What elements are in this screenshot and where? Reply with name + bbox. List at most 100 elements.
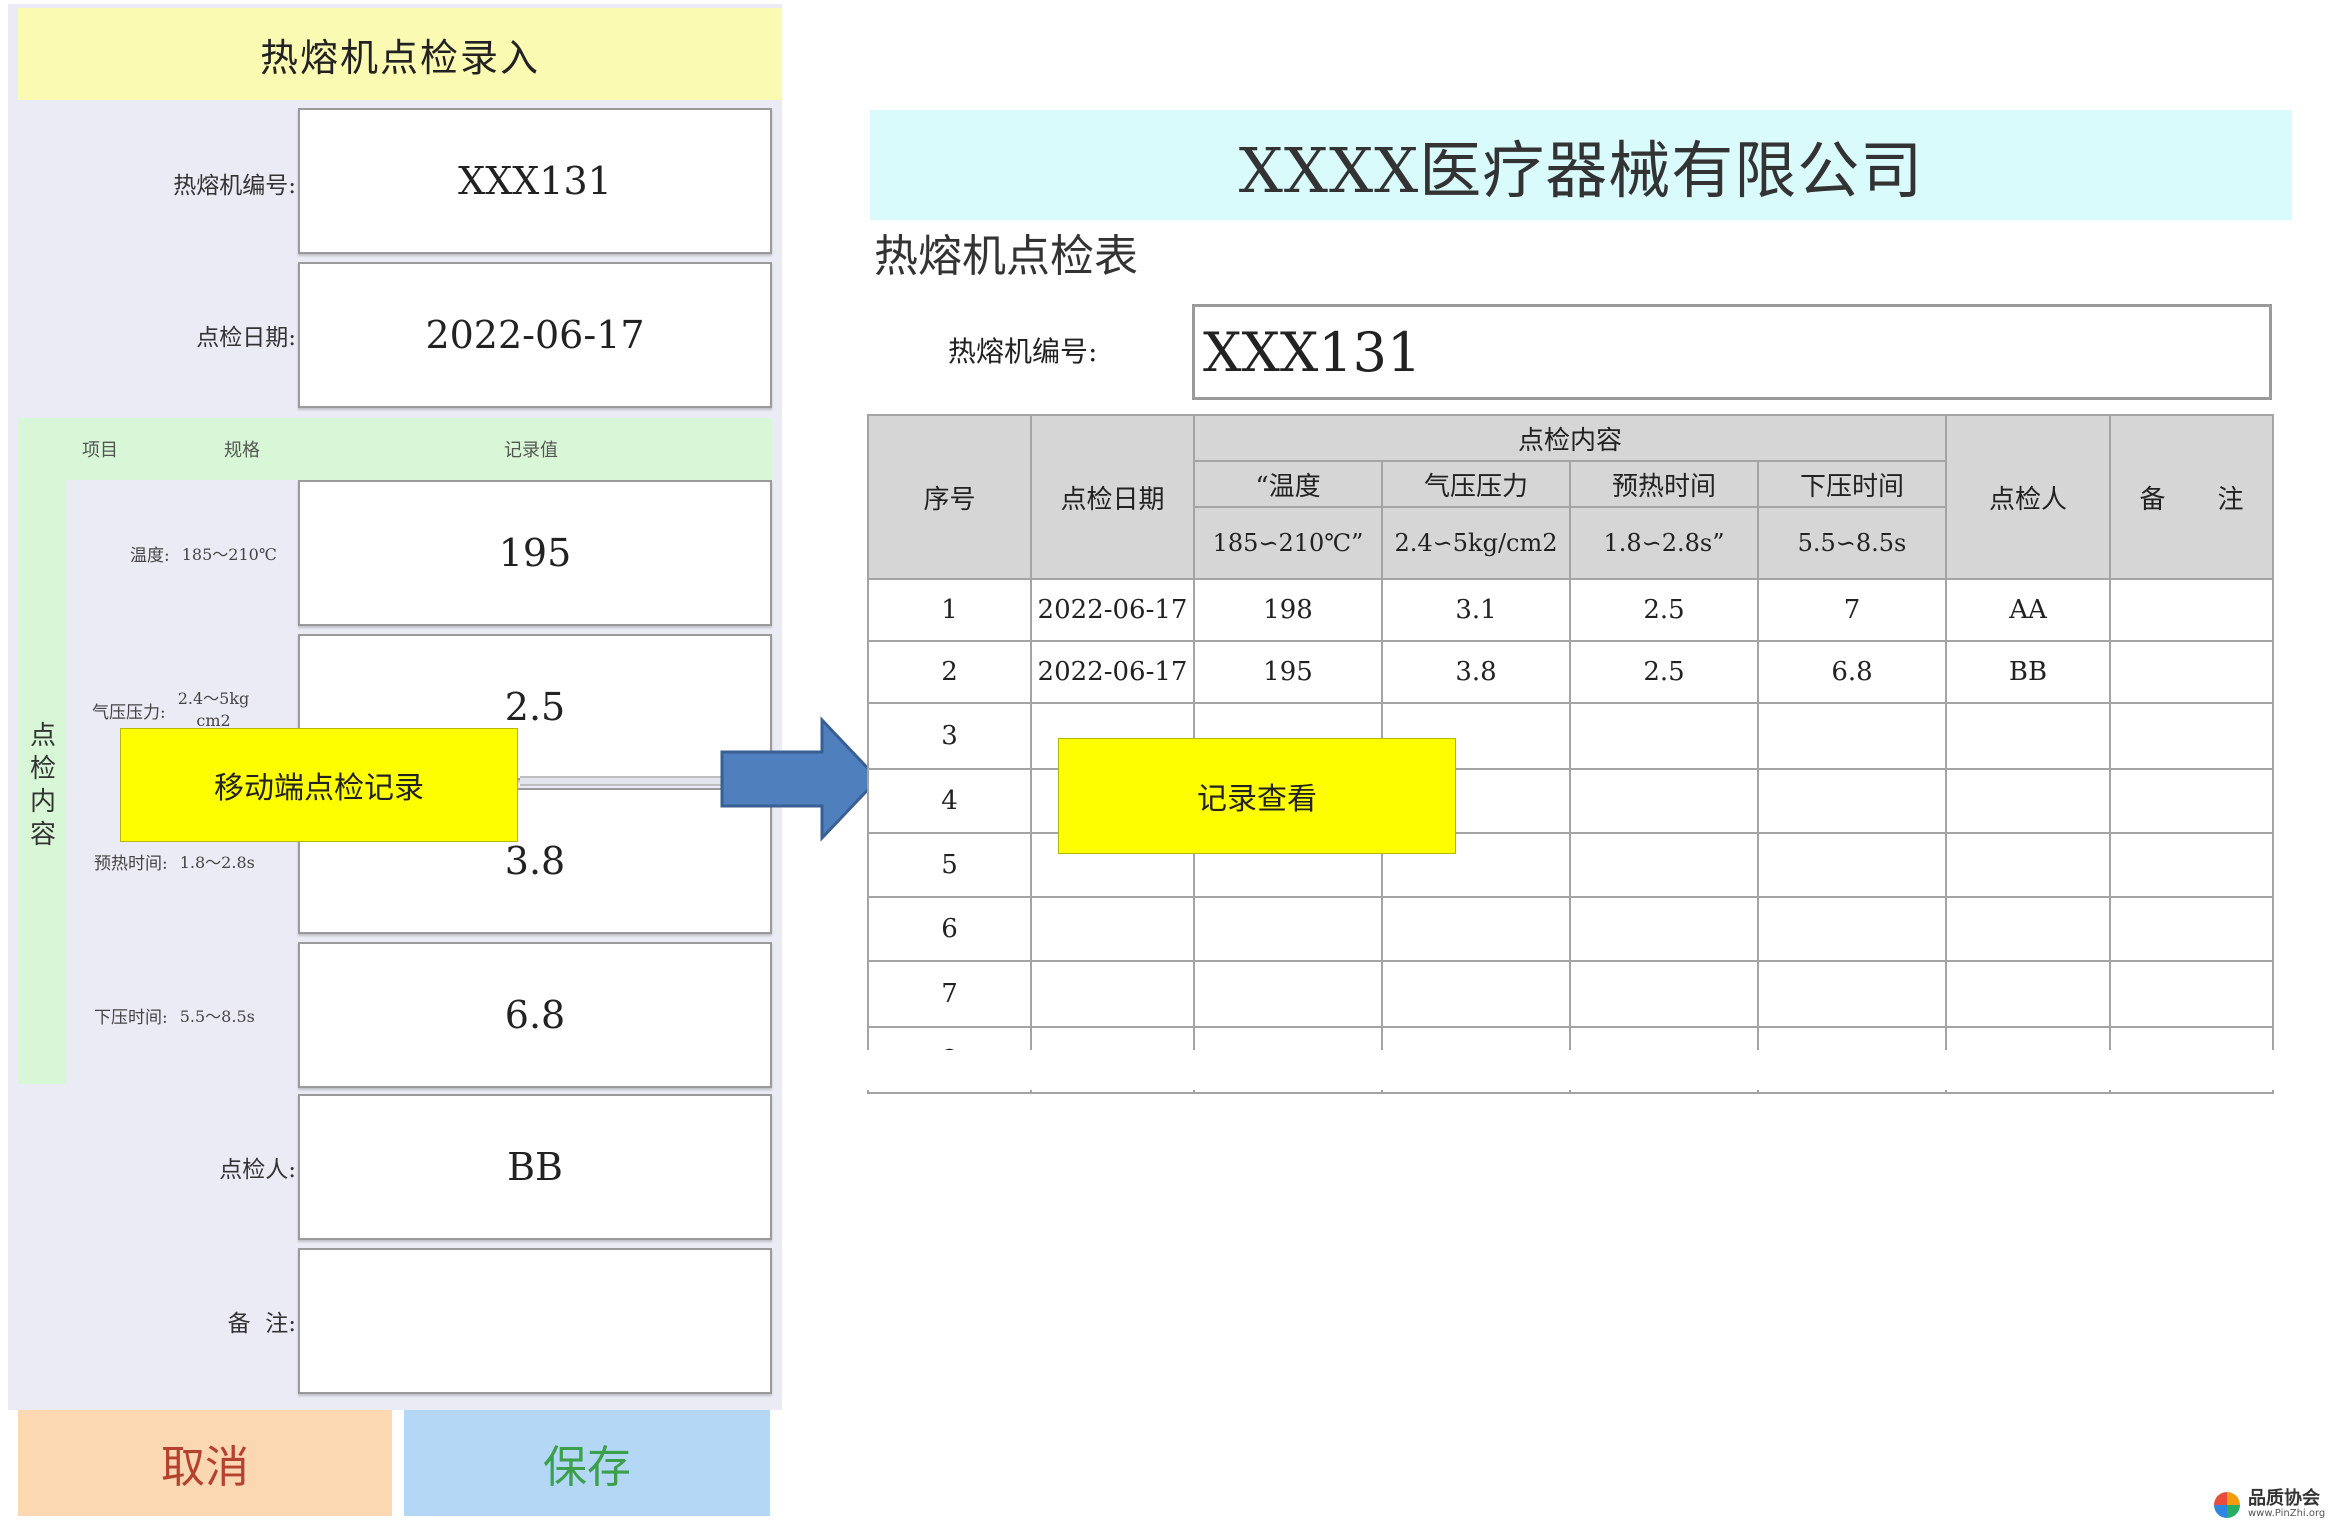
save-button[interactable]: 保存 (404, 1410, 770, 1516)
table-cell (2109, 960, 2274, 1028)
table-cell: 6.8 (1757, 640, 1947, 704)
table-row: 2 2022-06-17 195 3.8 2.5 6.8 BB (867, 640, 2274, 704)
table-cell (2109, 768, 2274, 834)
table-cell (1945, 768, 2111, 834)
table-cell: 5 (867, 832, 1032, 898)
header-press-time: 下压时间 (1757, 460, 1947, 508)
spec-press-time: 5.5∽8.5s (1757, 506, 1947, 580)
logo-title: 品质协会 (2248, 1488, 2320, 1509)
table-cell: 3.1 (1381, 578, 1571, 642)
inspection-date-field[interactable]: 2022-06-17 (298, 262, 772, 408)
table-cell (1030, 960, 1195, 1028)
pressure-spec: 2.4～5kg cm2 (177, 689, 250, 730)
press-time-field[interactable]: 6.8 (298, 942, 772, 1088)
table-cell: 7 (867, 960, 1032, 1028)
table-cell (2109, 832, 2274, 898)
header-temperature: “温度 (1193, 460, 1383, 508)
table-cell (1381, 960, 1571, 1028)
inspection-group-header (18, 418, 772, 480)
company-banner: XXXX医疗器械有限公司 (870, 110, 2292, 220)
table-cell (2109, 896, 2274, 962)
sheet-cutoff (860, 1050, 2320, 1090)
table-cell (1381, 896, 1571, 962)
inspector-label: 点检人: (219, 1157, 296, 1183)
mobile-callout: 移动端点检记录 (120, 728, 518, 842)
table-cell: 198 (1193, 578, 1383, 642)
table-cell (1945, 702, 2111, 770)
pinzhi-logo: 品质协会 www.PinZhi.org (2212, 1490, 2325, 1520)
temperature-label: 温度: (130, 545, 170, 566)
temperature-spec: 185～210℃ (181, 545, 277, 564)
table-row: 7 (867, 960, 2274, 1028)
table-cell (1945, 960, 2111, 1028)
table-cell (1757, 702, 1947, 770)
table-cell: 195 (1193, 640, 1383, 704)
inspection-group-label: 点检内容 (29, 721, 56, 850)
temperature-spec-label: 温度: 185～210℃ (130, 480, 296, 626)
table-cell: BB (1945, 640, 2111, 704)
table-cell (2109, 640, 2274, 704)
table-cell: 2022-06-17 (1030, 640, 1195, 704)
header-pressure: 气压压力 (1381, 460, 1571, 508)
table-cell (1030, 896, 1195, 962)
table-cell: 3.8 (1381, 640, 1571, 704)
table-cell (1193, 896, 1383, 962)
table-row: 6 (867, 896, 2274, 962)
header-preheat: 预热时间 (1569, 460, 1759, 508)
press-time-spec: 5.5～8.5s (179, 1007, 255, 1026)
table-cell (1757, 768, 1947, 834)
table-cell (2109, 578, 2274, 642)
cancel-button[interactable]: 取消 (18, 1410, 392, 1516)
preheat-label: 预热时间: (94, 853, 168, 874)
group-header-item: 项目 (82, 440, 118, 461)
press-time-spec-label: 下压时间: 5.5～8.5s (94, 942, 296, 1088)
header-content: 点检内容 (1193, 414, 1947, 462)
table-cell (1945, 832, 2111, 898)
table-cell: AA (1945, 578, 2111, 642)
pressure-label: 气压压力: (92, 702, 166, 723)
table-cell: 1 (867, 578, 1032, 642)
header-seq: 序号 (867, 414, 1032, 580)
machine-number-label: 热熔机编号: (173, 173, 296, 199)
sheet-machine-value: XXX131 (1192, 304, 2272, 400)
table-cell (1569, 702, 1759, 770)
spec-pressure: 2.4∽5kg/cm2 (1381, 506, 1571, 580)
sheet-title: 热熔机点检表 (874, 231, 1138, 282)
table-cell: 2.5 (1569, 640, 1759, 704)
table-cell (1569, 768, 1759, 834)
table-cell: 3 (867, 702, 1032, 770)
table-cell: 2.5 (1569, 578, 1759, 642)
spec-preheat: 1.8∽2.8s” (1569, 506, 1759, 580)
temperature-field[interactable]: 195 (298, 480, 772, 626)
table-cell (1757, 896, 1947, 962)
table-cell (2109, 702, 2274, 770)
table-cell: 4 (867, 768, 1032, 834)
remark-label: 备 注: (227, 1311, 296, 1337)
table-cell (1569, 832, 1759, 898)
table-cell (1757, 832, 1947, 898)
logo-url: www.PinZhi.org (2248, 1508, 2326, 1519)
inspector-field[interactable]: BB (298, 1094, 772, 1240)
inspection-date-label: 点检日期: (196, 325, 296, 351)
table-row: 1 2022-06-17 198 3.1 2.5 7 AA (867, 578, 2274, 642)
header-inspector: 点检人 (1945, 414, 2111, 580)
table-cell (1757, 960, 1947, 1028)
group-header-spec: 规格 (224, 440, 260, 461)
table-cell (1945, 896, 2111, 962)
spec-temperature: 185∽210℃” (1193, 506, 1383, 580)
sheet-machine-label: 热熔机编号: (948, 335, 1098, 368)
header-date: 点检日期 (1030, 414, 1195, 580)
table-cell (1193, 960, 1383, 1028)
table-cell: 2 (867, 640, 1032, 704)
pinwheel-icon (2214, 1492, 2240, 1518)
sheet-callout: 记录查看 (1058, 738, 1456, 854)
header-remark: 备 注 (2109, 414, 2274, 580)
remark-field[interactable] (298, 1248, 772, 1394)
table-cell: 2022-06-17 (1030, 578, 1195, 642)
form-title: 热熔机点检录入 (18, 8, 782, 100)
table-cell (1569, 896, 1759, 962)
table-cell (1569, 960, 1759, 1028)
machine-number-field[interactable]: XXX131 (298, 108, 772, 254)
press-time-label: 下压时间: (94, 1007, 168, 1028)
table-cell: 7 (1757, 578, 1947, 642)
